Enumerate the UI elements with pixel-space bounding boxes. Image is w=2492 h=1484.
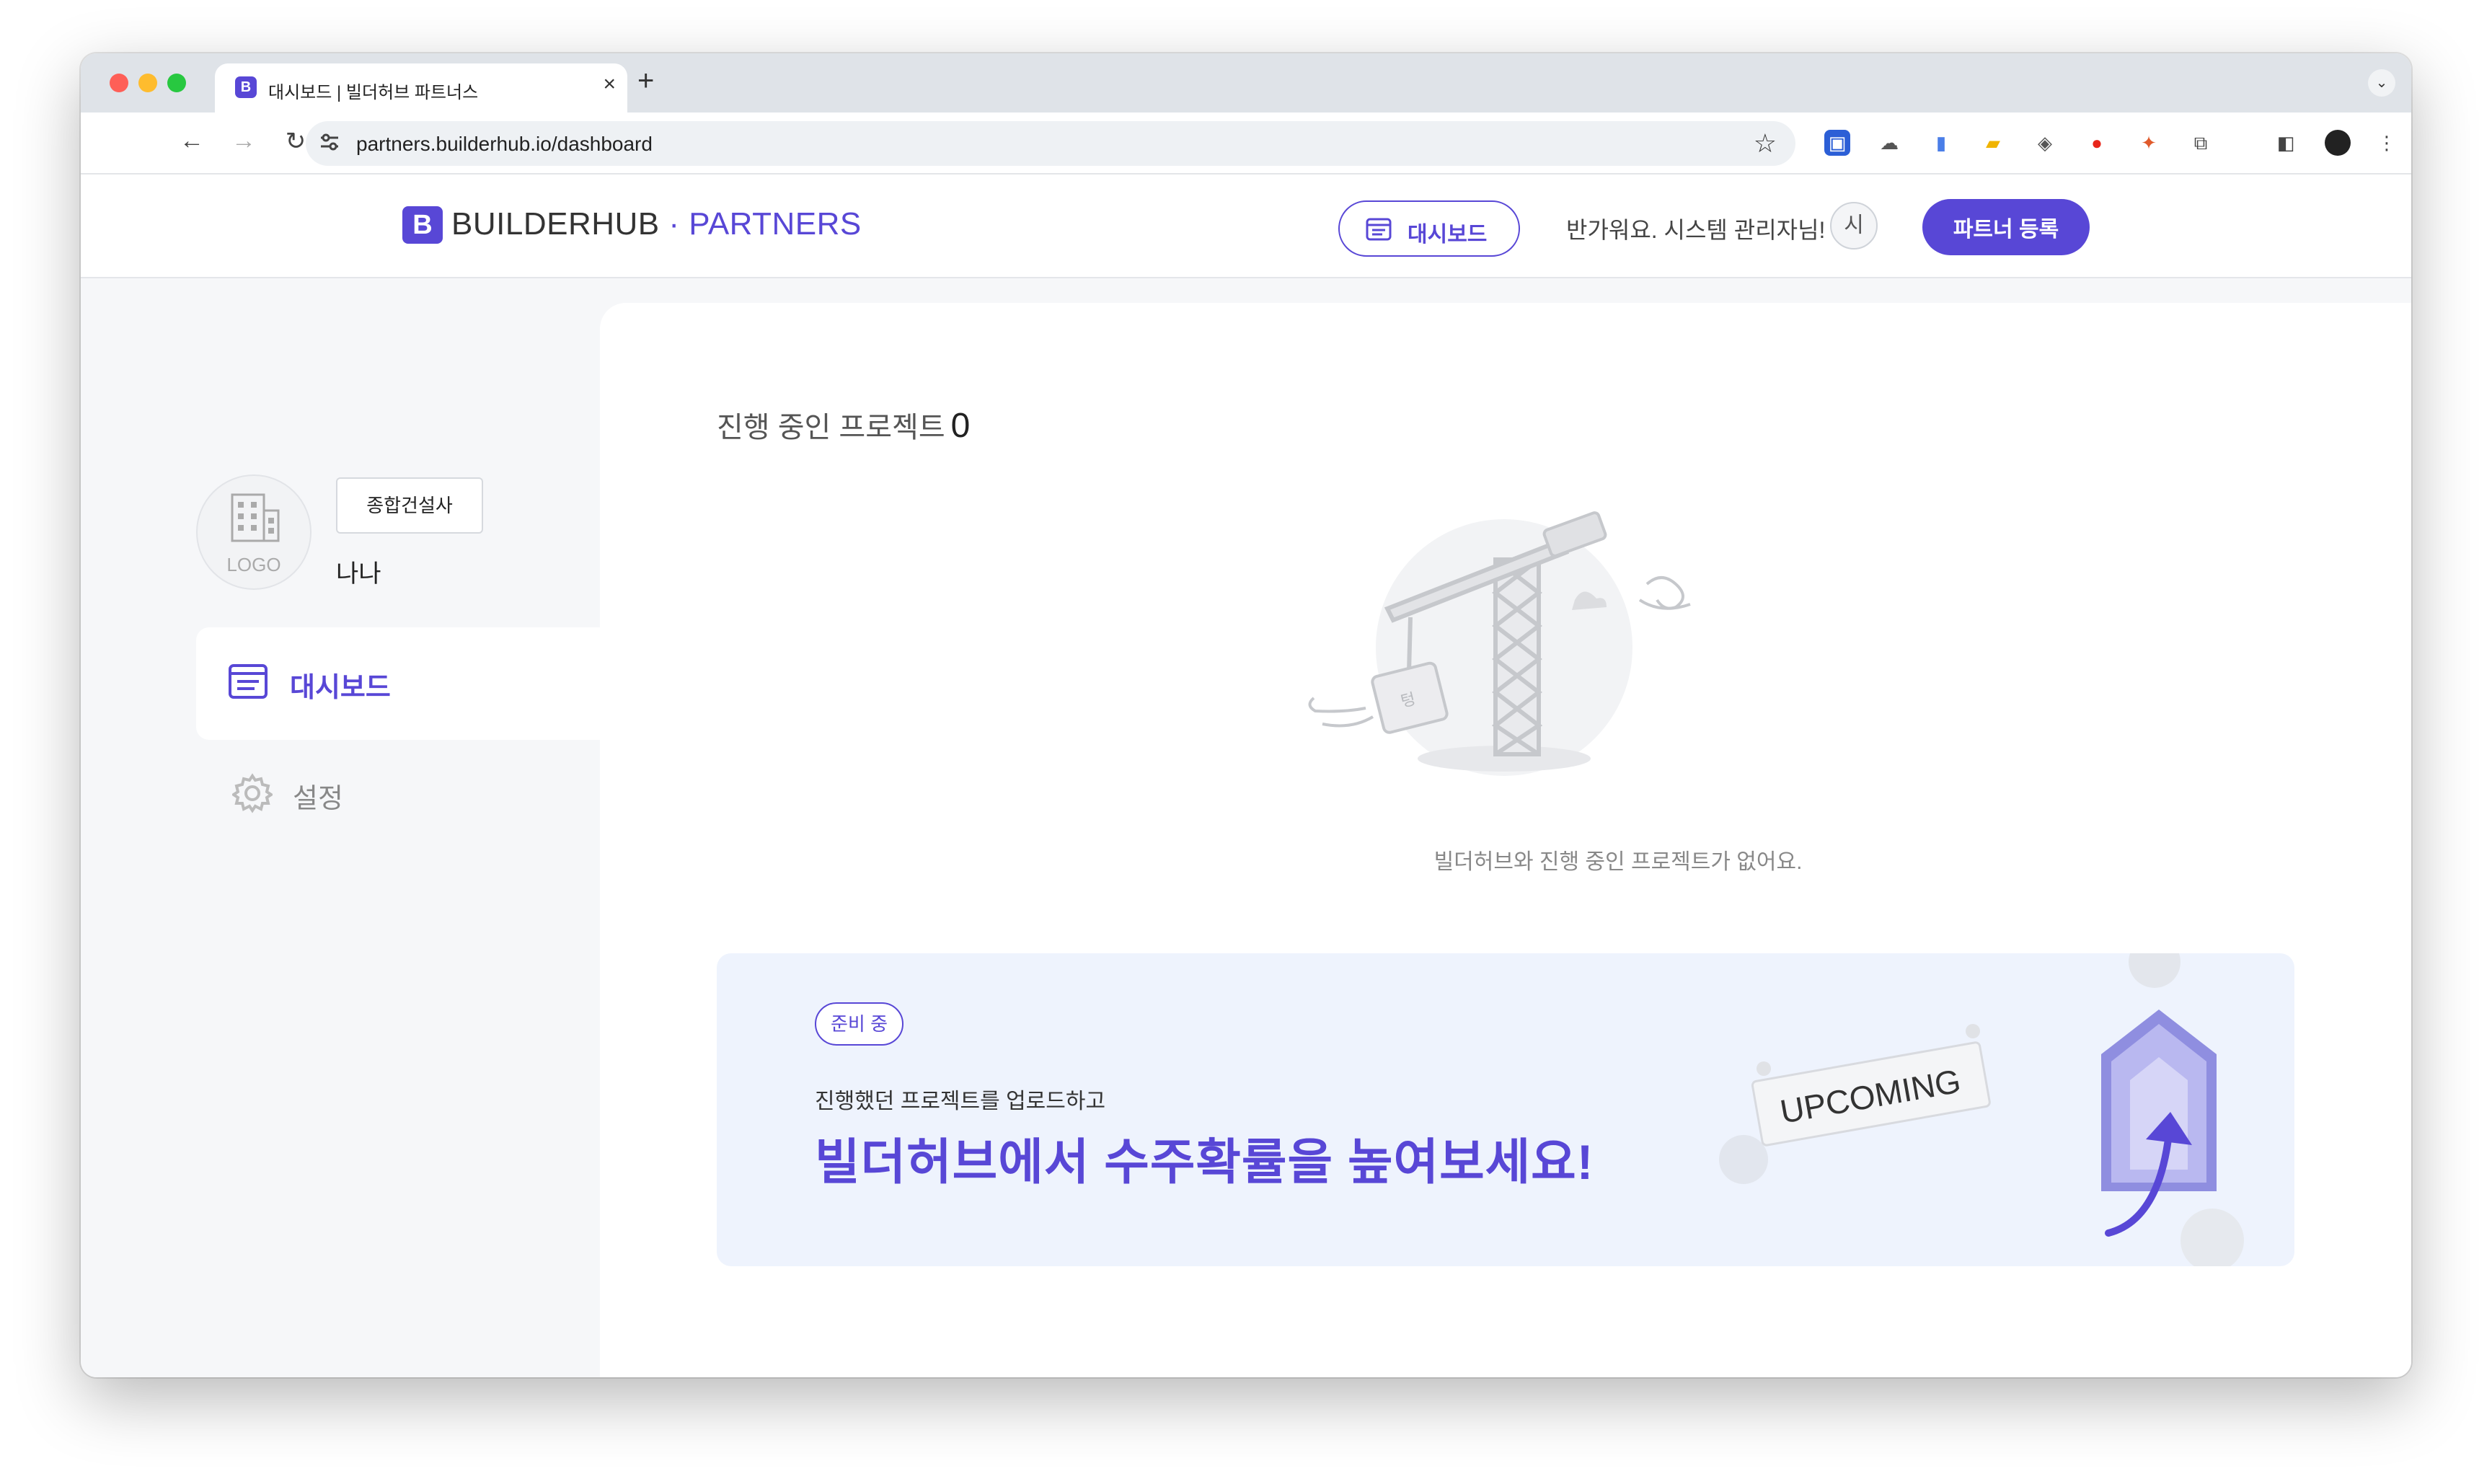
company-logo-placeholder: LOGO xyxy=(196,474,312,590)
upcoming-house-illustration: UPCOMING xyxy=(1719,953,2244,1266)
extension-opera-icon[interactable]: ● xyxy=(2084,130,2110,156)
logo-placeholder-label: LOGO xyxy=(226,554,281,575)
project-count-value: 0 xyxy=(950,407,971,445)
company-type-badge: 종합건설사 xyxy=(336,477,483,534)
app-body: LOGO 종합건설사 나나 대시보드 설정 진행 중인 프로젝트 0 텅 빌더허… xyxy=(81,278,2411,1377)
sidebar-item-label: 설정 xyxy=(293,784,343,814)
side-panel-icon[interactable]: ◧ xyxy=(2273,130,2299,156)
empty-state-message: 빌더허브와 진행 중인 프로젝트가 없어요. xyxy=(1433,850,1803,874)
tab-search-chevron-icon[interactable]: ⌄ xyxy=(2368,69,2395,97)
extension-bitwarden-icon[interactable]: ▣ xyxy=(1824,130,1850,156)
browser-menu-icon[interactable]: ⋮ xyxy=(2374,130,2400,156)
sidebar-item-label: 대시보드 xyxy=(290,673,391,703)
tab-strip: B 대시보드 | 빌더허브 파트너스 × + ⌄ xyxy=(81,53,2411,112)
browser-toolbar: ← → ↻ ⌂ partners.builderhub.io/dashboard… xyxy=(81,112,2411,175)
sidebar: LOGO 종합건설사 나나 대시보드 설정 xyxy=(81,278,629,1377)
extensions-puzzle-icon[interactable]: ⧉ xyxy=(2188,130,2214,156)
dashboard-nav-button[interactable]: 대시보드 xyxy=(1338,200,1520,257)
extension-note-icon[interactable]: ▰ xyxy=(1980,130,2006,156)
sidebar-item-settings[interactable]: 설정 xyxy=(196,750,600,836)
browser-tab[interactable]: B 대시보드 | 빌더허브 파트너스 × xyxy=(215,63,627,112)
app-header: B BUILDERHUB · PARTNERS 대시보드 반가워요. 시스템 관… xyxy=(81,175,2411,278)
avatar[interactable]: 시 xyxy=(1830,202,1878,249)
profile-avatar-icon[interactable] xyxy=(2325,130,2351,156)
close-window-button[interactable] xyxy=(110,74,128,92)
sidebar-item-dashboard[interactable]: 대시보드 xyxy=(196,627,629,740)
extension-doc-icon[interactable]: ▮ xyxy=(1928,130,1954,156)
new-tab-button[interactable]: + xyxy=(637,65,654,97)
gear-icon xyxy=(231,773,274,817)
dashboard-icon xyxy=(1366,218,1392,247)
logo-mark-icon[interactable]: B xyxy=(402,206,443,244)
extension-mask-icon[interactable]: ◈ xyxy=(2032,130,2058,156)
company-name: 나나 xyxy=(336,560,381,588)
maximize-window-button[interactable] xyxy=(167,74,186,92)
browser-window: B 대시보드 | 빌더허브 파트너스 × + ⌄ ← → ↻ ⌂ partner… xyxy=(81,53,2411,1377)
banner-subtitle: 진행했던 프로젝트를 업로드하고 xyxy=(815,1090,1106,1113)
forward-arrow-icon[interactable]: → xyxy=(228,127,260,155)
tab-title: 대시보드 | 빌더허브 파트너스 xyxy=(268,83,479,102)
main-content: 진행 중인 프로젝트 0 텅 빌더허브와 진행 중인 프로젝트가 없어요. 준비… xyxy=(600,303,2411,1377)
project-count-heading: 진행 중인 프로젝트 0 xyxy=(717,404,970,446)
dashboard-nav-label: 대시보드 xyxy=(1408,223,1488,247)
address-bar[interactable]: partners.builderhub.io/dashboard ☆ xyxy=(306,121,1795,166)
logo-brand: BUILDERHUB xyxy=(451,206,660,242)
status-badge: 준비 중 xyxy=(815,1002,903,1046)
dashboard-icon xyxy=(228,663,268,703)
upcoming-banner[interactable]: 준비 중 진행했던 프로젝트를 업로드하고 빌더허브에서 수주확률을 높여보세요… xyxy=(717,953,2294,1266)
favicon-icon: B xyxy=(235,76,257,98)
building-icon xyxy=(231,493,280,542)
logo-text[interactable]: BUILDERHUB · PARTNERS xyxy=(451,206,862,242)
logo-dot: · xyxy=(659,206,689,242)
extension-cloud-icon[interactable]: ☁ xyxy=(1876,130,1902,156)
minimize-window-button[interactable] xyxy=(138,74,157,92)
logo-partners: PARTNERS xyxy=(689,206,862,242)
bookmark-star-icon[interactable]: ☆ xyxy=(1754,128,1777,159)
extension-color-icon[interactable]: ✦ xyxy=(2136,130,2162,156)
project-count-label: 진행 중인 프로젝트 xyxy=(717,412,945,443)
back-arrow-icon[interactable]: ← xyxy=(176,127,208,155)
empty-crane-illustration: 텅 xyxy=(1308,511,1691,776)
tab-close-button[interactable]: × xyxy=(603,72,616,97)
url-text: partners.builderhub.io/dashboard xyxy=(356,133,653,155)
partner-register-button[interactable]: 파트너 등록 xyxy=(1922,199,2090,255)
banner-title: 빌더허브에서 수주확률을 높여보세요! xyxy=(815,1135,1594,1190)
greeting-text: 반가워요. 시스템 관리자님! xyxy=(1566,217,1826,243)
site-settings-icon[interactable] xyxy=(319,131,340,158)
